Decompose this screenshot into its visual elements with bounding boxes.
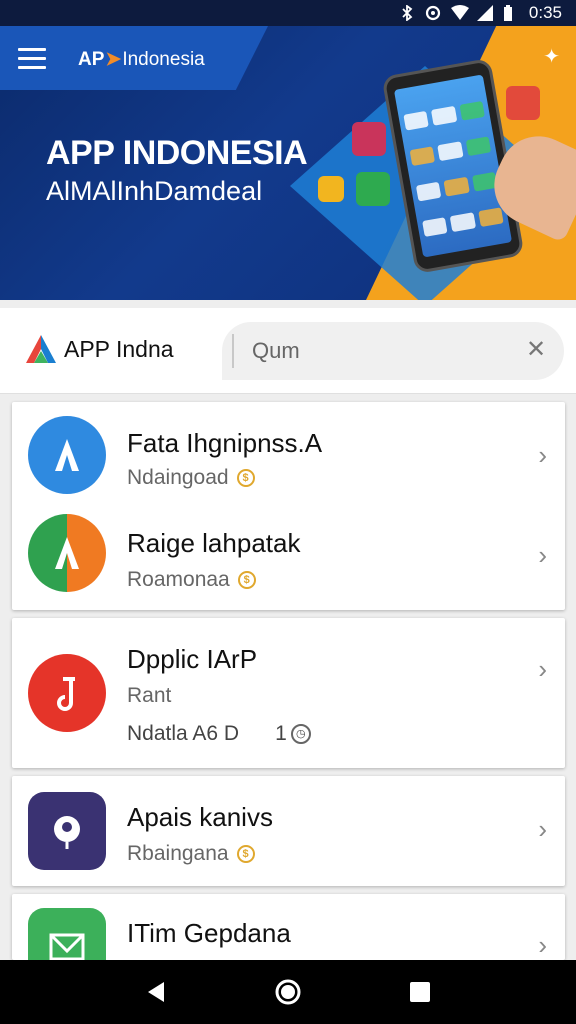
clock-icon: ◷	[290, 724, 311, 744]
coin-icon: $	[236, 845, 255, 863]
chevron-right-icon: ›	[538, 440, 547, 470]
hero-banner: AP ➤ Indonesia ✦ APP INDONESIA AlMAlInhDa…	[0, 26, 576, 300]
list-item-title: Raige lahpatak	[127, 528, 301, 558]
app-brand: AP ➤ Indonesia	[78, 48, 205, 71]
balloon-app-icon	[28, 792, 106, 870]
search-cursor-divider	[232, 334, 234, 368]
home-icon[interactable]	[273, 977, 303, 1007]
list-item-subtitle: Rbaingana $	[127, 842, 255, 866]
brand-suffix: Indonesia	[122, 48, 205, 70]
list-item[interactable]: Dpplic IArP Rant Ndatla A6 D 1 ◷ ›	[12, 618, 565, 768]
floating-app-icon	[318, 176, 344, 202]
logo-text: APP Indna	[64, 335, 174, 362]
brand-prefix: AP	[78, 48, 105, 70]
floating-app-icon	[506, 86, 540, 120]
clear-icon[interactable]: ✕	[524, 338, 548, 362]
coin-icon: $	[236, 469, 255, 487]
status-time: 0:35	[528, 3, 562, 22]
hero-title: APP INDONESIA	[46, 134, 308, 172]
list-item[interactable]: Fata Ihgnipnss.A Ndaingoad $ ›	[12, 402, 565, 506]
list-item-subtitle-text: Rbaingana	[127, 842, 229, 865]
list-item[interactable]: Apais kanivs Rbaingana $ ›	[12, 776, 565, 886]
triangle-logo-icon	[26, 335, 56, 363]
brand-arrow-icon: ➤	[105, 49, 122, 70]
list-item-subtitle: Rant	[127, 684, 171, 708]
list-item-subtitle-text: Rant	[127, 684, 172, 707]
list-item-count-text: 1	[275, 722, 287, 745]
status-bar: 0:35	[0, 0, 576, 26]
app-logo: APP Indna	[24, 332, 174, 366]
back-icon[interactable]	[141, 977, 171, 1007]
mail-icon	[28, 908, 106, 960]
hero-subtitle: AlMAlInhDamdeal	[46, 176, 263, 206]
floating-app-icon	[352, 122, 386, 156]
list-item-subtitle: Ndaingoad $	[127, 466, 255, 490]
bluetooth-icon	[399, 5, 415, 21]
app-list-card: Fata Ihgnipnss.A Ndaingoad $ › Raige lah…	[12, 402, 565, 610]
floating-app-icon	[356, 172, 390, 206]
search-box: ✕	[222, 322, 564, 380]
search-header: APP Indna ✕	[0, 308, 576, 394]
list-item[interactable]: ITim Gepdana ›	[12, 894, 565, 960]
sync-icon	[425, 5, 441, 21]
list-item-meta: Ndatla A6 D 1 ◷	[127, 722, 311, 746]
chevron-right-icon: ›	[538, 540, 547, 570]
wifi-icon	[450, 5, 469, 21]
list-item-title: Dpplic IArP	[127, 644, 258, 674]
recents-icon[interactable]	[405, 977, 435, 1007]
hamburger-menu-icon[interactable]	[18, 48, 48, 70]
chevron-right-icon: ›	[538, 930, 547, 960]
a-multicolor-app-icon	[28, 514, 106, 592]
list-item-title: ITim Gepdana	[127, 918, 291, 948]
list-item-title: Fata Ihgnipnss.A	[127, 428, 323, 458]
coin-icon: $	[237, 571, 256, 589]
signal-icon	[476, 5, 493, 21]
list-item[interactable]: Raige lahpatak Roamonaa $ ›	[12, 506, 565, 610]
list-item-count: 1 ◷	[275, 722, 311, 746]
app-list-card: Dpplic IArP Rant Ndatla A6 D 1 ◷ ›	[12, 618, 565, 768]
list-item-subtitle-text: Ndaingoad	[127, 466, 229, 489]
search-input[interactable]	[252, 338, 492, 364]
app-list-card: Apais kanivs Rbaingana $ ›	[12, 776, 565, 886]
chevron-right-icon: ›	[538, 814, 547, 844]
chevron-right-icon: ›	[538, 654, 547, 684]
list-item-meta-text: Ndatla A6 D	[127, 722, 240, 745]
music-note-icon	[28, 654, 106, 732]
battery-icon	[503, 5, 519, 21]
sparkle-icon[interactable]: ✦	[543, 44, 560, 69]
a-app-icon	[28, 416, 106, 494]
system-nav-bar	[0, 960, 576, 1024]
list-item-title: Apais kanivs	[127, 802, 273, 832]
list-item-subtitle: Roamonaa $	[127, 568, 256, 592]
app-list-card: ITim Gepdana ›	[12, 894, 565, 960]
list-item-subtitle-text: Roamonaa	[127, 568, 230, 591]
